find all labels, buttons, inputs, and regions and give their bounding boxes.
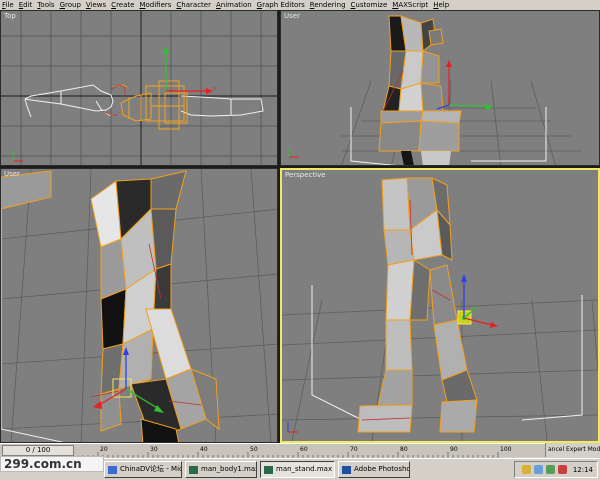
ruler-label: 30 xyxy=(150,446,158,453)
taskbar-buttons: ChinaDV论坛 - Mic... man_body1.max - ... man… xyxy=(104,461,413,478)
transform-gizmo xyxy=(436,60,493,110)
taskbar-button-label: Adobe Photoshop xyxy=(354,465,410,473)
ruler-label: 20 xyxy=(100,446,108,453)
taskbar-button[interactable]: ChinaDV论坛 - Mic... xyxy=(104,461,182,478)
taskbar-button[interactable]: man_stand.max - ... xyxy=(260,461,335,478)
perspective-canvas xyxy=(282,177,598,441)
top-viewport-canvas: x xyxy=(1,11,277,165)
menu-animation[interactable]: Animation xyxy=(216,0,252,10)
menu-bar: File Edit Tools Group Views Create Modifiers Ch… xyxy=(0,0,600,10)
clock: 12:14 xyxy=(572,465,593,474)
tray-icon[interactable] xyxy=(557,465,567,474)
taskbar-button[interactable]: man_body1.max - ... xyxy=(185,461,257,478)
menu-modifiers[interactable]: Modifiers xyxy=(139,0,171,10)
frame-ruler[interactable]: 20 30 40 50 60 70 80 90 100 xyxy=(78,444,545,458)
user-viewport-canvas xyxy=(288,15,581,165)
ruler-label: 70 xyxy=(350,446,358,453)
leg-model-closeup xyxy=(90,170,220,442)
top-wireframe-selected xyxy=(112,80,188,130)
viewport-label[interactable]: User xyxy=(284,12,300,20)
viewport-user-top[interactable]: User xyxy=(280,10,600,166)
svg-text:x: x xyxy=(213,86,216,92)
system-tray: 12:14 xyxy=(514,461,598,478)
menu-group[interactable]: Group xyxy=(60,0,81,10)
menu-help[interactable]: Help xyxy=(433,0,449,10)
time-slider[interactable]: 0 / 100 xyxy=(2,445,74,456)
taskbar-button[interactable]: Adobe Photoshop xyxy=(338,461,410,478)
viewport-top[interactable]: Top x xyxy=(0,10,278,166)
viewport-area: Top x User User Perspective xyxy=(0,10,600,443)
ruler-label: 80 xyxy=(400,446,408,453)
ruler-label: 40 xyxy=(200,446,208,453)
menu-character[interactable]: Character xyxy=(176,0,211,10)
tray-icon[interactable] xyxy=(533,465,543,474)
time-slider-text: 0 / 100 xyxy=(25,446,51,454)
top-wireframe-white xyxy=(24,84,264,118)
watermark: 299.com.cn xyxy=(0,456,104,472)
menu-graph-editors[interactable]: Graph Editors xyxy=(257,0,305,10)
ruler-label: 50 xyxy=(250,446,258,453)
leg-model-perspective xyxy=(357,177,478,433)
app-icon xyxy=(342,465,351,474)
ruler-label: 100 xyxy=(500,446,512,453)
app-icon xyxy=(264,465,273,474)
viewport-label[interactable]: Perspective xyxy=(285,171,326,179)
tray-icon[interactable] xyxy=(545,465,555,474)
tray-icon[interactable] xyxy=(521,465,531,474)
menu-create[interactable]: Create xyxy=(111,0,134,10)
taskbar-button-label: ChinaDV论坛 - Mic... xyxy=(120,465,182,473)
user-closeup-canvas xyxy=(1,169,277,442)
menu-views[interactable]: Views xyxy=(86,0,106,10)
menu-edit[interactable]: Edit xyxy=(19,0,33,10)
taskbar-button-label: man_body1.max - ... xyxy=(201,465,257,473)
ruler-label: 60 xyxy=(300,446,308,453)
app-icon xyxy=(108,465,117,474)
tray-icons xyxy=(521,465,570,474)
menu-maxscript[interactable]: MAXScript xyxy=(392,0,428,10)
menu-tools[interactable]: Tools xyxy=(37,0,54,10)
viewport-perspective[interactable]: Perspective xyxy=(280,168,600,443)
menu-rendering[interactable]: Rendering xyxy=(310,0,346,10)
status-text: ancel Expert Mode xyxy=(545,443,600,457)
menu-file[interactable]: File xyxy=(2,0,14,10)
viewport-label[interactable]: User xyxy=(4,170,20,178)
app-icon xyxy=(189,465,198,474)
viewport-label[interactable]: Top xyxy=(4,12,16,20)
menu-customize[interactable]: Customize xyxy=(351,0,388,10)
viewport-user-closeup[interactable]: User xyxy=(0,168,278,443)
taskbar-button-label: man_stand.max - ... xyxy=(276,465,334,473)
ruler-label: 90 xyxy=(450,446,458,453)
timeline-bar: 0 / 100 20 30 40 50 60 70 80 90 100 xyxy=(0,443,545,458)
